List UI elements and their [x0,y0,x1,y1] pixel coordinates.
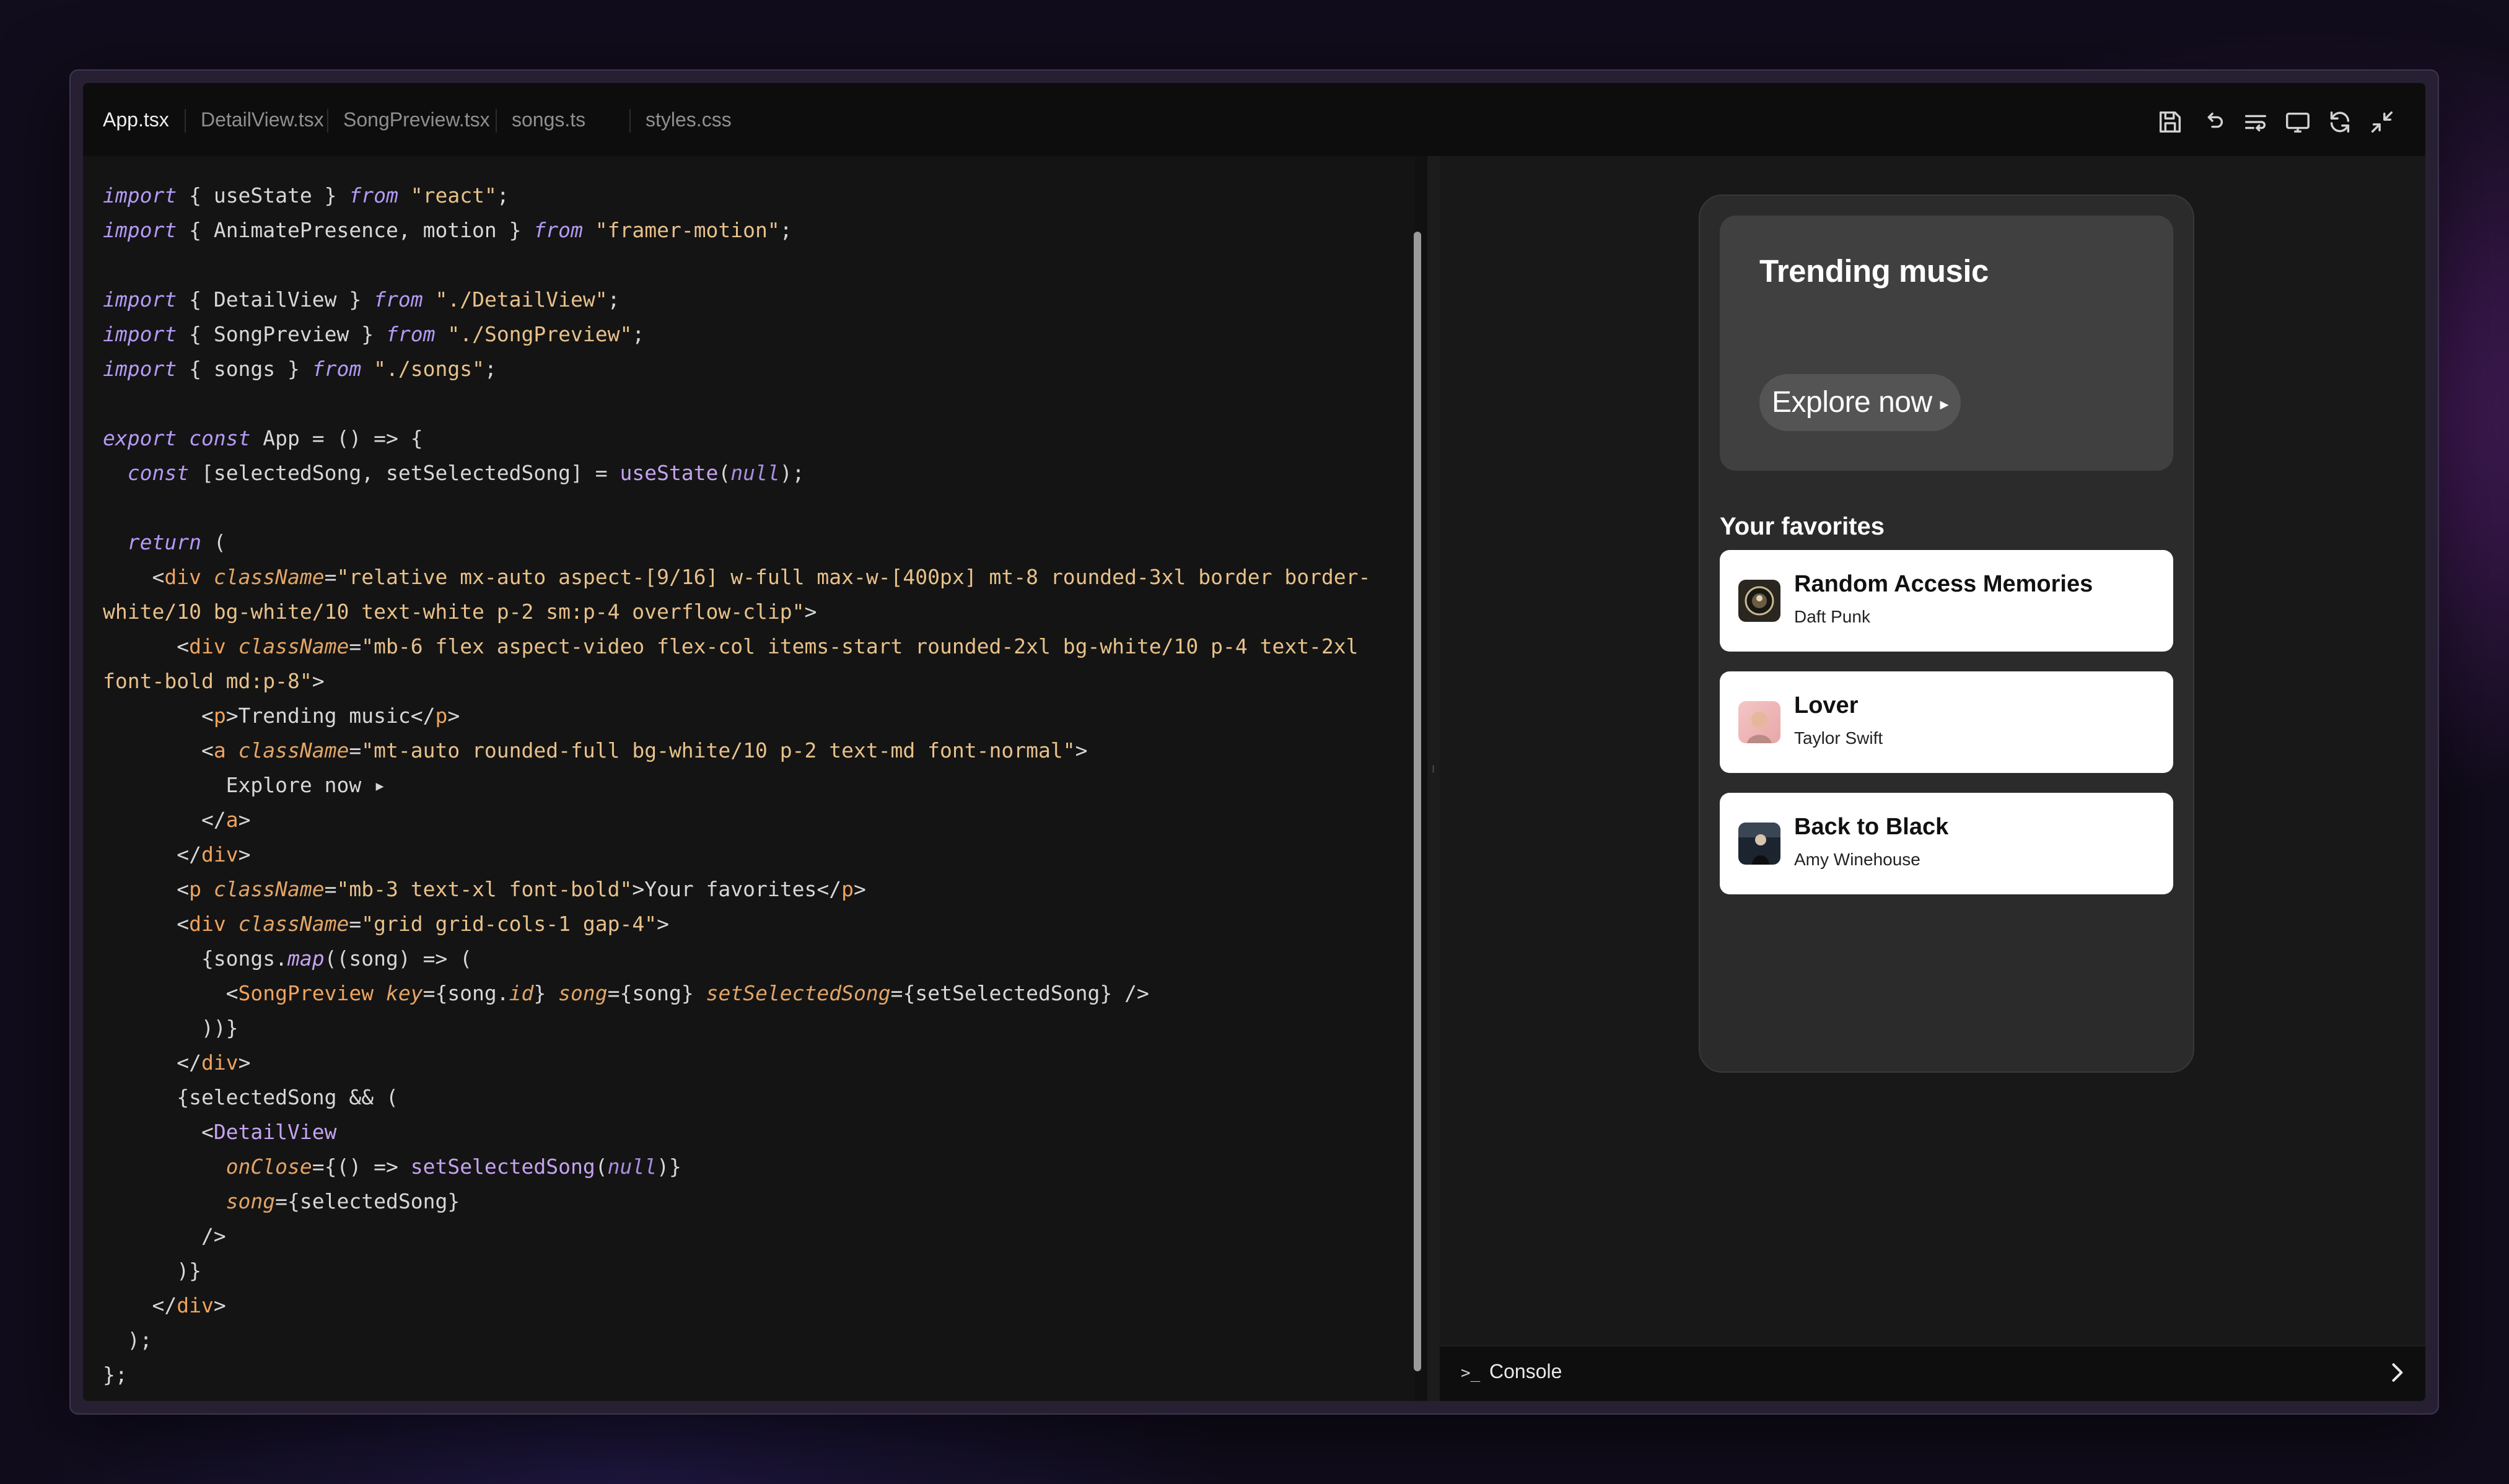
tab-separator [185,109,186,133]
trending-card: Trending music Explore now ▸ [1720,216,2173,471]
song-artist: Daft Punk [1794,607,1870,626]
tab-songpreview-tsx[interactable]: SongPreview.tsx [343,83,490,156]
code-line: import { SongPreview } from "./SongPrevi… [103,322,645,346]
code-line: const [selectedSong, setSelectedSong] = … [127,461,805,485]
code-line: <p className="mb-3 text-xl font-bold">Yo… [103,877,866,901]
collapse-icon[interactable] [2368,108,2396,136]
song-card[interactable]: Random Access Memories Daft Punk [1720,550,2173,652]
code-line: return ( [127,530,226,554]
code-line: </a> [103,808,251,832]
code-line: ); [103,1328,152,1352]
code-line: <p>Trending music</p> [103,704,460,728]
song-artist: Taylor Swift [1794,728,1883,748]
code-line: <a className="mt-auto rounded-full bg-wh… [103,738,1088,762]
code-line: </div> [103,842,251,866]
song-artist: Amy Winehouse [1794,850,1920,869]
code-line: {selectedSong && ( [103,1085,398,1109]
explore-now-button[interactable]: Explore now ▸ [1759,374,1961,431]
tab-detailview-tsx[interactable]: DetailView.tsx [201,83,324,156]
album-cover [1738,823,1780,865]
console-label: Console [1489,1360,1562,1382]
code-line: }; [103,1363,128,1387]
song-card[interactable]: Lover Taylor Swift [1720,671,2173,773]
album-cover [1738,580,1780,622]
song-title: Lover [1794,692,1859,718]
code-line: Explore now ▸ [103,773,386,797]
code-line: <div className="grid grid-cols-1 gap-4"> [103,912,669,936]
undo-icon[interactable] [2199,108,2228,136]
code-line: import { DetailView } from "./DetailView… [103,287,620,312]
tab-separator [496,109,497,133]
code-content[interactable]: import { useState } from "react"; import… [103,178,1370,1392]
song-title: Random Access Memories [1794,571,2093,597]
code-line: import { songs } from "./songs"; [103,357,497,381]
monitor-icon[interactable] [2283,108,2312,136]
file-tab-bar: App.tsx DetailView.tsx SongPreview.tsx s… [83,83,2425,156]
code-line: <div className="mb-6 flex aspect-video f… [103,634,1359,658]
pane-resize-handle[interactable]: ⁞ [1427,156,1440,1401]
refresh-icon[interactable] [2326,108,2354,136]
song-title: Back to Black [1794,814,1949,840]
tab-separator [327,109,328,133]
code-line: font-bold md:p-8"> [103,669,325,693]
tab-separator [629,109,631,133]
code-line: /> [103,1224,226,1248]
code-line: import { AnimatePresence, motion } from … [103,218,792,242]
editor-scrollbar[interactable] [1414,232,1421,1371]
code-line: </div> [103,1293,226,1317]
explore-label: Explore now [1772,386,1932,419]
song-card[interactable]: Back to Black Amy Winehouse [1720,793,2173,894]
code-line: import { useState } from "react"; [103,183,509,207]
code-line: song={selectedSong} [226,1189,460,1213]
album-cover [1738,701,1780,743]
tab-app-tsx[interactable]: App.tsx [103,83,169,156]
save-icon[interactable] [2156,108,2184,136]
trending-title: Trending music [1759,253,1989,289]
code-line: white/10 bg-white/10 text-white p-2 sm:p… [103,600,817,624]
play-arrow-icon: ▸ [1940,394,1949,414]
tab-styles-css[interactable]: styles.css [646,83,732,156]
chevron-right-icon[interactable] [2383,1359,2410,1386]
code-line: {songs.map((song) => ( [103,946,473,971]
format-icon[interactable] [2241,108,2270,136]
console-bar[interactable]: >_ Console [1440,1345,2425,1401]
favorites-title: Your favorites [1720,513,1885,540]
code-line: <DetailView [103,1120,337,1144]
code-line: </div> [103,1050,251,1075]
code-editor[interactable]: import { useState } from "react"; import… [83,156,1421,1401]
code-line: )} [103,1259,201,1283]
code-line: onClose={() => setSelectedSong(null)} [226,1154,681,1179]
editor-window: App.tsx DetailView.tsx SongPreview.tsx s… [69,69,2439,1415]
drag-handle-icon: ⁞ [1432,763,1435,775]
tab-songs-ts[interactable]: songs.ts [512,83,585,156]
code-line: export const App = () => { [103,426,423,450]
app-preview-frame: Trending music Explore now ▸ Your favori… [1699,194,2194,1073]
editor-window-inner: App.tsx DetailView.tsx SongPreview.tsx s… [83,83,2425,1401]
code-line: <div className="relative mx-auto aspect-… [103,565,1371,589]
code-line: ))} [103,1016,239,1040]
code-line: <SongPreview key={song.id} song={song} s… [103,981,1149,1005]
terminal-prompt-icon: >_ [1461,1364,1481,1382]
